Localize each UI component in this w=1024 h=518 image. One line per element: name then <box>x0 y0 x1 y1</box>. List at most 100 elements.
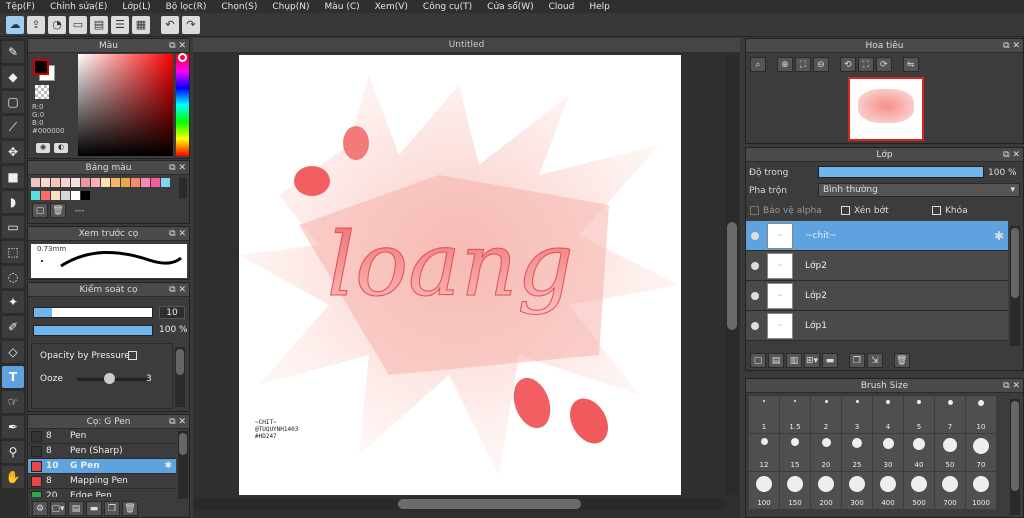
brush-size-option[interactable]: 200 <box>811 472 841 509</box>
palette-swatch[interactable] <box>161 178 170 187</box>
brush-size-option[interactable]: 150 <box>780 472 810 509</box>
panel-controls[interactable]: ⧉ ✕ <box>169 161 186 175</box>
palette-swatch[interactable] <box>31 191 40 200</box>
folder-icon[interactable]: ▬ <box>86 501 102 516</box>
duplicate-layer-icon[interactable]: ❐ <box>848 353 865 368</box>
opacity-by-pressure-checkbox[interactable] <box>128 351 137 360</box>
hue-handle[interactable] <box>178 53 187 62</box>
panel-controls[interactable]: ⧉ ✕ <box>169 227 186 241</box>
menu-item[interactable]: Bộ lọc(R) <box>166 2 207 12</box>
palette-swatch[interactable] <box>151 178 160 187</box>
layer-list-scrollbar[interactable] <box>1010 226 1020 346</box>
magic-wand-icon[interactable]: ✦ <box>2 291 24 313</box>
panel-controls[interactable]: ⧉ ✕ <box>1003 379 1020 393</box>
protect-alpha-checkbox[interactable] <box>750 206 759 215</box>
palette-swatch[interactable] <box>51 191 60 200</box>
panel-controls[interactable]: ⧉ ✕ <box>169 39 186 53</box>
delete-brush-icon[interactable]: 🗑 <box>122 501 138 516</box>
merge-layer-icon[interactable]: ⇲ <box>866 353 883 368</box>
pen-item[interactable]: 20 Edge Pen <box>28 489 176 497</box>
brush-size-option[interactable]: 30 <box>873 434 903 471</box>
layer-settings-gear-icon[interactable]: ✱ <box>994 229 1004 243</box>
rectangle-icon[interactable]: ▢ <box>2 91 24 113</box>
brush-size-option[interactable]: 50 <box>935 434 965 471</box>
menu-item[interactable]: Chọn(S) <box>221 2 257 12</box>
brush-icon[interactable]: ✎ <box>2 41 24 63</box>
brush-size-option[interactable]: 1000 <box>966 472 996 509</box>
brush-size-option[interactable]: 2 <box>811 396 841 433</box>
brush-size-option[interactable]: 20 <box>811 434 841 471</box>
reset-view-icon[interactable]: ⛶ <box>857 57 874 72</box>
brush-size-option[interactable]: 12 <box>749 434 779 471</box>
comment-icon[interactable]: ▭ <box>69 15 87 34</box>
pen-item[interactable]: 10 G Pen ✱ <box>28 459 176 474</box>
layer-opacity-slider[interactable] <box>818 166 984 178</box>
undo-icon[interactable]: ↶ <box>161 15 179 34</box>
brush-size-option[interactable]: 300 <box>842 472 872 509</box>
text-icon[interactable]: T <box>2 366 24 388</box>
eraser-icon[interactable]: ◆ <box>2 66 24 88</box>
brush-size-option[interactable]: 15 <box>780 434 810 471</box>
redo-icon[interactable]: ↷ <box>182 15 200 34</box>
chat-icon[interactable]: ◔ <box>48 15 66 34</box>
layer-item[interactable]: ~ Lớp2 <box>746 251 1008 281</box>
color-history-button[interactable]: ◐ <box>54 143 68 153</box>
palette-swatch[interactable] <box>71 178 80 187</box>
navigator-thumbnail[interactable] <box>848 77 924 141</box>
canvas[interactable]: loang ~CHIT~ @TUQUYNH1403 #HD247 <box>239 55 681 495</box>
document-tab[interactable]: Untitled <box>193 38 740 52</box>
grid-icon[interactable]: ▦ <box>132 15 150 34</box>
list-icon[interactable]: ☰ <box>111 15 129 34</box>
cloud-icon[interactable]: ☁ <box>6 15 24 34</box>
new-1bit-layer-icon[interactable]: ▥ <box>786 353 802 368</box>
add-layer-menu-icon[interactable]: ⊞▾ <box>804 353 820 368</box>
brush-size-scrollbar[interactable] <box>1010 399 1020 515</box>
palette-swatch[interactable] <box>121 178 130 187</box>
brush-control-scrollbar[interactable] <box>175 347 185 407</box>
pen-item[interactable]: 8 Pen <box>28 429 176 444</box>
palette-swatch[interactable] <box>91 178 100 187</box>
saturation-value-picker[interactable] <box>78 54 173 156</box>
brush-settings-icon[interactable]: ⚙ <box>32 501 48 516</box>
brush-size-option[interactable]: 500 <box>904 472 934 509</box>
brush-size-option[interactable]: 1 <box>749 396 779 433</box>
palette-scrollbar[interactable] <box>179 178 187 198</box>
menu-item[interactable]: Chụp(N) <box>272 2 309 12</box>
layer-item[interactable]: ~ Lớp2 <box>746 281 1008 311</box>
menu-item[interactable]: Chỉnh sửa(E) <box>50 2 107 12</box>
menu-item[interactable]: Help <box>589 2 610 12</box>
lock-checkbox[interactable] <box>932 206 941 215</box>
palette-swatch[interactable] <box>101 178 110 187</box>
menu-item[interactable]: Màu (C) <box>325 2 360 12</box>
menu-item[interactable]: Cửa sổ(W) <box>487 2 533 12</box>
delete-swatch-icon[interactable]: 🗑 <box>50 203 66 218</box>
bucket-icon[interactable]: ◗ <box>2 191 24 213</box>
brush-size-option[interactable]: 5 <box>904 396 934 433</box>
pen-list-scrollbar[interactable] <box>178 431 188 499</box>
clipping-checkbox[interactable] <box>841 206 850 215</box>
palette-swatch[interactable] <box>81 178 90 187</box>
hand-icon[interactable]: ✋ <box>2 466 24 488</box>
new-halftone-layer-icon[interactable]: ▤ <box>768 353 784 368</box>
palette-swatch[interactable] <box>81 191 90 200</box>
brush-size-option[interactable]: 10 <box>966 396 996 433</box>
select-rect-icon[interactable]: ⬚ <box>2 241 24 263</box>
brush-size-option[interactable]: 25 <box>842 434 872 471</box>
palette-swatch[interactable] <box>41 178 50 187</box>
visibility-icon[interactable] <box>751 291 759 300</box>
menu-item[interactable]: Lớp(L) <box>122 2 150 12</box>
actual-size-icon[interactable]: ⛶ <box>794 57 811 72</box>
panel-controls[interactable]: ⧉ ✕ <box>169 283 186 297</box>
panel-controls[interactable]: ⧉ ✕ <box>1003 148 1020 162</box>
palette-swatch[interactable] <box>61 191 70 200</box>
visibility-icon[interactable] <box>751 321 759 330</box>
settings-gear-icon[interactable]: ✱ <box>164 461 172 471</box>
foreground-color-swatch-fill[interactable] <box>33 59 49 75</box>
share-icon[interactable]: ⇪ <box>27 15 45 34</box>
rotate-left-icon[interactable]: ⟲ <box>839 57 856 72</box>
lasso-icon[interactable]: ◌ <box>2 266 24 288</box>
brush-size-option[interactable]: 3 <box>842 396 872 433</box>
visibility-icon[interactable] <box>751 261 759 270</box>
brush-size-option[interactable]: 1.5 <box>780 396 810 433</box>
line-icon[interactable]: ⟋ <box>2 116 24 138</box>
